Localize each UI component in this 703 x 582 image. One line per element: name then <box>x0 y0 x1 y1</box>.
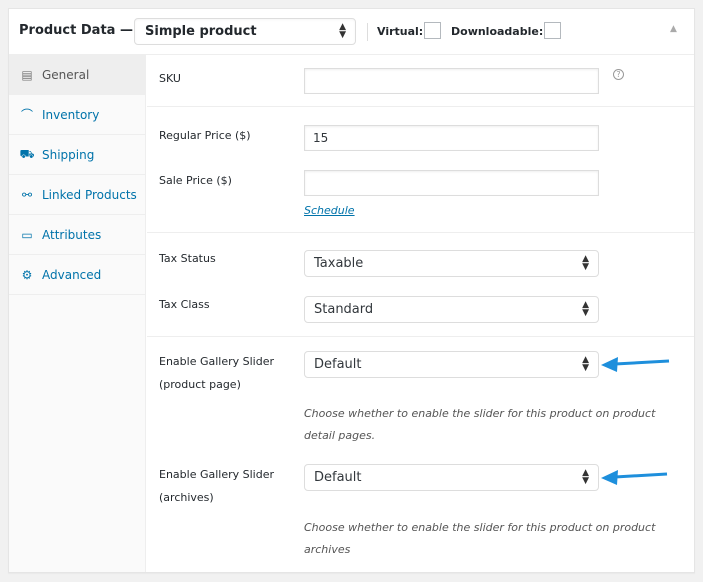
slider-archive-description: Choose whether to enable the slider for … <box>304 521 656 534</box>
pricing-section: Regular Price ($) 15 Sale Price ($) Sche… <box>147 107 694 233</box>
tax-class-value: Standard <box>314 302 374 317</box>
slider-product-select[interactable]: Default ▲ ▼ <box>304 351 599 378</box>
slider-product-label: Enable Gallery Slider <box>159 355 275 368</box>
product-type-select[interactable]: Simple product ▲ ▼ <box>134 18 356 45</box>
tax-section: Tax Status Taxable ▲ ▼ Tax Class Standard… <box>147 233 694 337</box>
slider-archive-description-2: archives <box>304 543 351 556</box>
tab-label: Linked Products <box>42 187 137 202</box>
tax-status-label: Tax Status <box>159 252 216 265</box>
header-divider <box>367 23 368 41</box>
sale-price-input[interactable] <box>304 170 599 196</box>
tab-linked-products[interactable]: ⚯ Linked Products <box>9 175 145 215</box>
gear-icon: ⚙ <box>21 267 33 282</box>
slider-archive-value: Default <box>314 470 362 485</box>
slider-archive-label-sub: (archives) <box>159 491 214 504</box>
inventory-icon: ⌒ <box>20 108 33 122</box>
slider-product-description-2: detail pages. <box>304 429 376 442</box>
tab-label: Shipping <box>42 147 95 162</box>
sku-input[interactable] <box>304 68 599 94</box>
slider-archive-label: Enable Gallery Slider <box>159 468 275 481</box>
slider-product-label-sub: (product page) <box>159 378 241 391</box>
tab-label: Advanced <box>42 267 102 282</box>
slider-product-value: Default <box>314 357 362 372</box>
product-type-value: Simple product <box>145 24 257 39</box>
select-arrows-icon: ▲ ▼ <box>339 22 346 40</box>
virtual-checkbox[interactable] <box>424 22 441 39</box>
regular-price-label: Regular Price ($) <box>159 129 251 142</box>
slider-product-description: Choose whether to enable the slider for … <box>304 407 656 420</box>
select-arrows-icon: ▲ ▼ <box>582 468 589 486</box>
tax-status-value: Taxable <box>314 256 364 271</box>
slider-archive-select[interactable]: Default ▲ ▼ <box>304 464 599 491</box>
tab-label: Inventory <box>42 107 100 122</box>
select-arrows-icon: ▲ ▼ <box>582 355 589 373</box>
attributes-icon: ▭ <box>21 227 33 242</box>
tab-advanced[interactable]: ⚙ Advanced <box>9 255 145 295</box>
tab-label: Attributes <box>42 227 102 242</box>
general-panel: SKU ? Regular Price ($) 15 Sale Price ($… <box>147 55 694 572</box>
sku-section: SKU ? <box>147 55 694 107</box>
tax-class-select[interactable]: Standard ▲ ▼ <box>304 296 599 323</box>
sku-label: SKU <box>159 72 181 85</box>
downloadable-label: Downloadable: <box>451 25 544 38</box>
sale-price-label: Sale Price ($) <box>159 174 232 187</box>
tax-class-label: Tax Class <box>159 298 210 311</box>
shipping-icon: ⛟ <box>19 146 35 161</box>
annotation-arrow-icon <box>601 470 668 485</box>
tax-status-select[interactable]: Taxable ▲ ▼ <box>304 250 599 277</box>
select-arrows-icon: ▲ ▼ <box>582 254 589 272</box>
schedule-link[interactable]: Schedule <box>304 204 355 217</box>
panel-title: Product Data — <box>19 23 133 38</box>
help-icon[interactable]: ? <box>613 69 624 80</box>
product-data-panel: Product Data — Simple product ▲ ▼ Virtual… <box>8 8 695 573</box>
tab-shipping[interactable]: ⛟ Shipping <box>9 135 145 175</box>
tab-attributes[interactable]: ▭ Attributes <box>9 215 145 255</box>
annotation-arrow-icon <box>601 357 670 372</box>
link-icon: ⚯ <box>21 187 33 202</box>
virtual-label: Virtual: <box>377 25 424 38</box>
tab-label: General <box>42 67 90 82</box>
panel-header: Product Data — Simple product ▲ ▼ Virtual… <box>9 9 694 55</box>
tab-general[interactable]: ▤ General <box>9 55 145 95</box>
product-data-tabs: ▤ General ⌒ Inventory ⛟ Shipping ⚯ Linke… <box>9 55 146 572</box>
select-arrows-icon: ▲ ▼ <box>582 300 589 318</box>
downloadable-checkbox[interactable] <box>544 22 561 39</box>
general-icon: ▤ <box>21 67 33 82</box>
gallery-slider-section: Enable Gallery Slider (product page) Def… <box>147 337 694 571</box>
collapse-toggle-icon[interactable]: ▲ <box>670 24 677 34</box>
tab-inventory[interactable]: ⌒ Inventory <box>9 95 145 135</box>
regular-price-input[interactable]: 15 <box>304 125 599 151</box>
